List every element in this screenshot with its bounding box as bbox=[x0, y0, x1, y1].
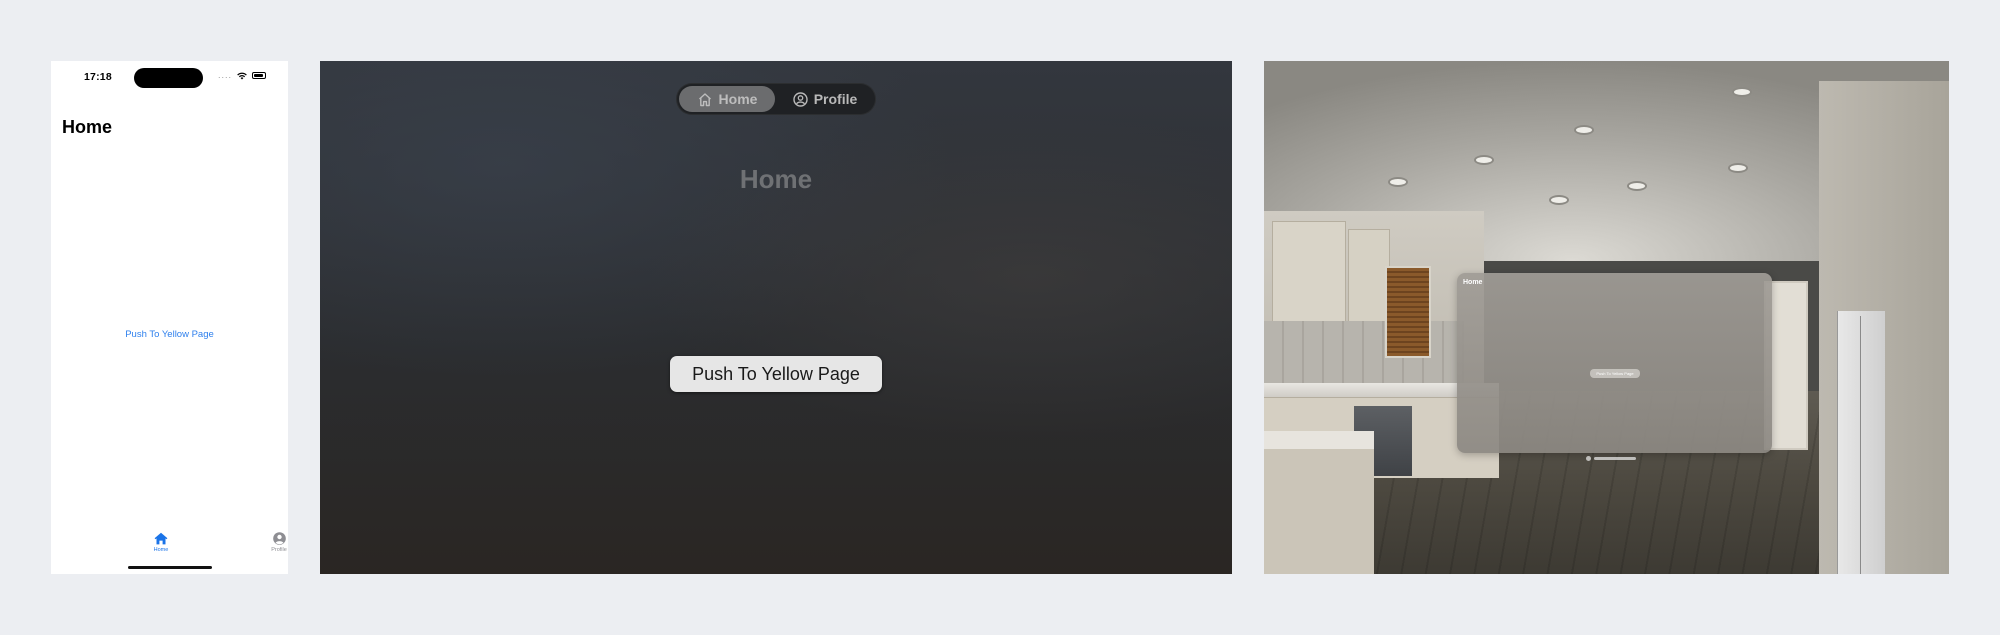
push-to-yellow-page-link[interactable]: Push To Yellow Page bbox=[51, 329, 288, 340]
refrigerator bbox=[1837, 311, 1885, 574]
window-grab-bar[interactable] bbox=[1594, 457, 1636, 460]
iphone-screen: 17:18 .... Home Push To Yellow Page Home… bbox=[51, 61, 288, 574]
wifi-icon bbox=[237, 72, 247, 79]
tab-ornament: Home Profile bbox=[676, 83, 876, 115]
home-indicator bbox=[128, 566, 212, 569]
upper-cabinet bbox=[1272, 221, 1346, 323]
push-to-yellow-page-button[interactable]: Push To Yellow Page bbox=[670, 356, 882, 392]
ornament-tab-profile[interactable]: Profile bbox=[780, 86, 870, 112]
tab-profile-label: Profile bbox=[271, 547, 287, 553]
vision-window: Home Profile Home Push To Yellow Page bbox=[320, 61, 1232, 574]
page-title: Home bbox=[62, 117, 113, 137]
person-circle-fill-icon bbox=[272, 532, 286, 545]
ceiling-light bbox=[1551, 197, 1567, 203]
floating-app-window: Home Push To Yellow Page bbox=[1457, 273, 1772, 453]
floating-push-to-yellow-page-button[interactable]: Push To Yellow Page bbox=[1590, 369, 1640, 378]
ceiling-light bbox=[1734, 89, 1750, 95]
status-icons: .... bbox=[218, 71, 266, 80]
ceiling-light bbox=[1730, 165, 1746, 171]
house-icon bbox=[698, 92, 711, 106]
ornament-tab-home[interactable]: Home bbox=[679, 86, 775, 112]
ceiling-light bbox=[1629, 183, 1645, 189]
tab-profile[interactable]: Profile bbox=[259, 532, 288, 553]
battery-icon bbox=[252, 72, 266, 79]
kitchen-island bbox=[1264, 431, 1374, 574]
upper-cabinet bbox=[1348, 229, 1390, 323]
ornament-tab-profile-label: Profile bbox=[813, 91, 858, 107]
dynamic-island bbox=[134, 68, 203, 88]
ceiling-light bbox=[1390, 179, 1406, 185]
status-time: 17:18 bbox=[84, 71, 112, 83]
floating-window-title: Home bbox=[1463, 279, 1483, 286]
refrigerator-door-seam bbox=[1860, 316, 1861, 574]
window-title: Home bbox=[739, 164, 813, 194]
ceiling-light bbox=[1476, 157, 1492, 163]
tab-home-label: Home bbox=[153, 547, 169, 553]
ceiling-light bbox=[1576, 127, 1592, 133]
tile-backsplash bbox=[1264, 321, 1464, 386]
house-fill-icon bbox=[154, 532, 168, 545]
ornament-tab-home-label: Home bbox=[718, 91, 758, 107]
window-close-dot[interactable] bbox=[1586, 456, 1591, 461]
passthrough-scene: Home Push To Yellow Page bbox=[1264, 61, 1949, 574]
status-bar: 17:18 .... bbox=[51, 61, 288, 91]
kitchen-window bbox=[1385, 266, 1431, 358]
tab-home[interactable]: Home bbox=[141, 532, 181, 553]
person-circle-icon bbox=[793, 91, 808, 107]
cellular-signal-icon: .... bbox=[217, 70, 232, 80]
